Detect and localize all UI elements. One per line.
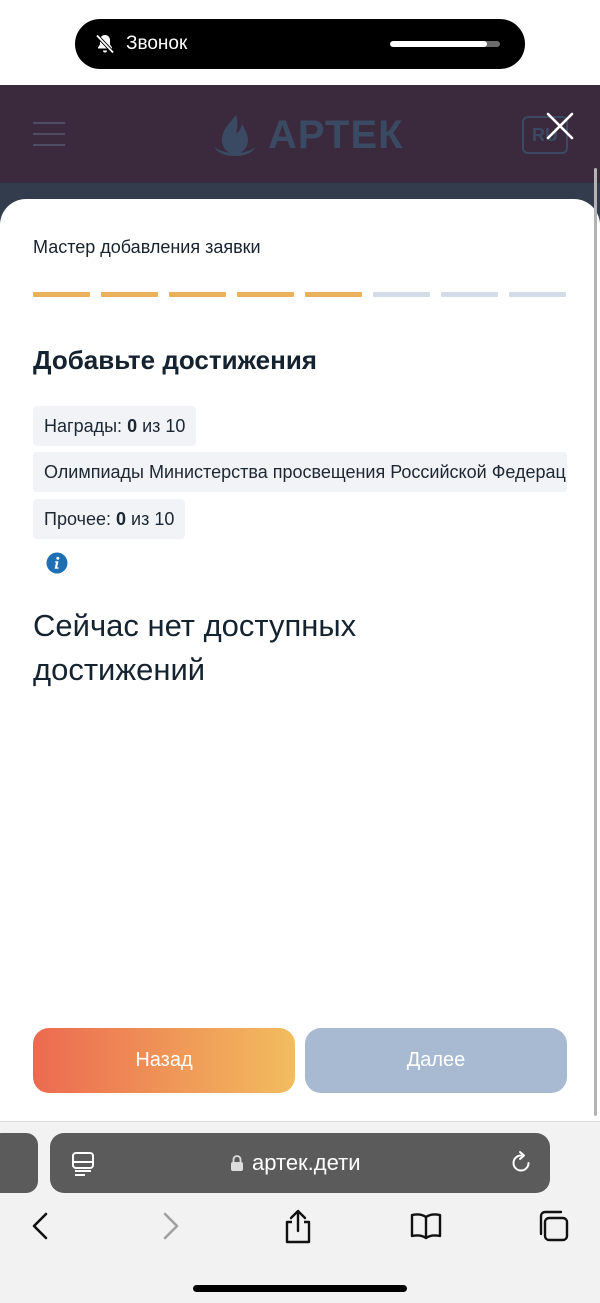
- olympiads-category-chip[interactable]: Олимпиады Министерства просвещения Росси…: [33, 452, 567, 492]
- wizard-step: [33, 292, 90, 297]
- wizard-step: [305, 292, 362, 297]
- awards-category-chip[interactable]: Награды: 0 из 10: [33, 406, 197, 446]
- other-category-chip[interactable]: Прочее: 0 из 10: [33, 499, 186, 539]
- previous-tab-preview[interactable]: [0, 1133, 38, 1193]
- tabs-icon[interactable]: [535, 1208, 571, 1244]
- bell-slash-icon: [95, 34, 115, 54]
- hamburger-menu-icon[interactable]: [33, 122, 65, 146]
- application-wizard-modal: Мастер добавления заявки Добавьте достиж…: [0, 199, 600, 1121]
- other-count: 0: [115, 509, 126, 529]
- wizard-progress-steps: [33, 292, 566, 297]
- call-label: Звонок: [126, 33, 188, 54]
- chevron-left-icon[interactable]: [22, 1208, 58, 1244]
- next-button[interactable]: Далее: [305, 1028, 567, 1093]
- call-activity-island[interactable]: Звонок: [75, 19, 525, 69]
- olympiads-label: Олимпиады Министерства просвещения Росси…: [44, 462, 567, 482]
- reload-icon[interactable]: [508, 1150, 534, 1176]
- site-header: АРТЕК RU: [0, 85, 600, 183]
- back-button[interactable]: Назад: [33, 1028, 295, 1093]
- reader-mode-icon[interactable]: [70, 1150, 96, 1176]
- lock-icon: [231, 1155, 243, 1171]
- logo-text: АРТЕК: [268, 112, 404, 157]
- close-icon[interactable]: [544, 110, 576, 142]
- share-icon[interactable]: [280, 1208, 316, 1244]
- wizard-title: Мастер добавления заявки: [33, 237, 261, 257]
- section-title: Добавьте достижения: [33, 345, 317, 375]
- awards-of: из 10: [142, 416, 186, 436]
- status-bar: Звонок: [0, 0, 600, 85]
- flame-logo-icon: [214, 115, 256, 156]
- chevron-right-icon[interactable]: [153, 1208, 189, 1244]
- empty-state-message: Сейчас нет доступных достижений: [33, 608, 357, 687]
- address-bar[interactable]: артек.дети: [50, 1133, 550, 1193]
- wizard-step: [509, 292, 566, 297]
- awards-label: Награды:: [44, 416, 123, 436]
- wizard-step: [373, 292, 430, 297]
- call-progress-bar: [390, 41, 500, 47]
- home-indicator: [193, 1285, 407, 1292]
- other-label: Прочее:: [44, 509, 111, 529]
- call-progress-fill: [390, 41, 487, 47]
- other-of: из 10: [131, 509, 175, 529]
- url-text[interactable]: артек.дети: [252, 1150, 361, 1176]
- wizard-step: [101, 292, 158, 297]
- awards-count: 0: [127, 416, 138, 436]
- book-icon[interactable]: [408, 1208, 444, 1244]
- wizard-step: [169, 292, 226, 297]
- wizard-step: [441, 292, 498, 297]
- wizard-step: [237, 292, 294, 297]
- info-icon[interactable]: [46, 552, 68, 574]
- page-scrollbar[interactable]: [594, 168, 597, 1116]
- artek-logo: АРТЕК: [212, 110, 404, 160]
